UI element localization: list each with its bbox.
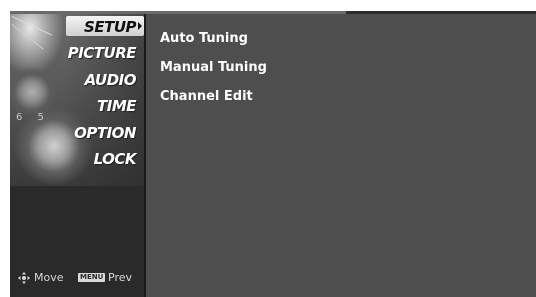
menu-item-time[interactable]: TIME <box>97 97 137 115</box>
menu-item-option[interactable]: OPTION <box>74 124 136 142</box>
submenu-item-auto-tuning[interactable]: Auto Tuning <box>160 31 248 46</box>
key-hints: Move MENU Prev <box>18 271 144 287</box>
tv-osd-menu: 6 5 SETUP PICTURE AUDIO TIME OPTION LOCK… <box>10 11 536 297</box>
menu-item-audio[interactable]: AUDIO <box>85 71 137 89</box>
submenu-item-channel-edit[interactable]: Channel Edit <box>160 89 253 104</box>
move-cross-icon <box>18 272 30 284</box>
submenu-panel: Auto Tuning Manual Tuning Channel Edit <box>146 14 536 297</box>
menu-key-badge: MENU <box>78 273 106 282</box>
art-numbers: 6 5 <box>16 112 50 123</box>
chevron-right-icon <box>138 22 142 30</box>
hint-prev-label: Prev <box>108 271 132 284</box>
main-menu-column: 6 5 SETUP PICTURE AUDIO TIME OPTION LOCK… <box>10 14 146 297</box>
hint-move-label: Move <box>34 271 64 284</box>
menu-item-setup[interactable]: SETUP <box>84 18 136 36</box>
menu-item-lock[interactable]: LOCK <box>94 150 137 168</box>
menu-item-picture[interactable]: PICTURE <box>68 44 137 62</box>
submenu-item-manual-tuning[interactable]: Manual Tuning <box>160 60 267 75</box>
